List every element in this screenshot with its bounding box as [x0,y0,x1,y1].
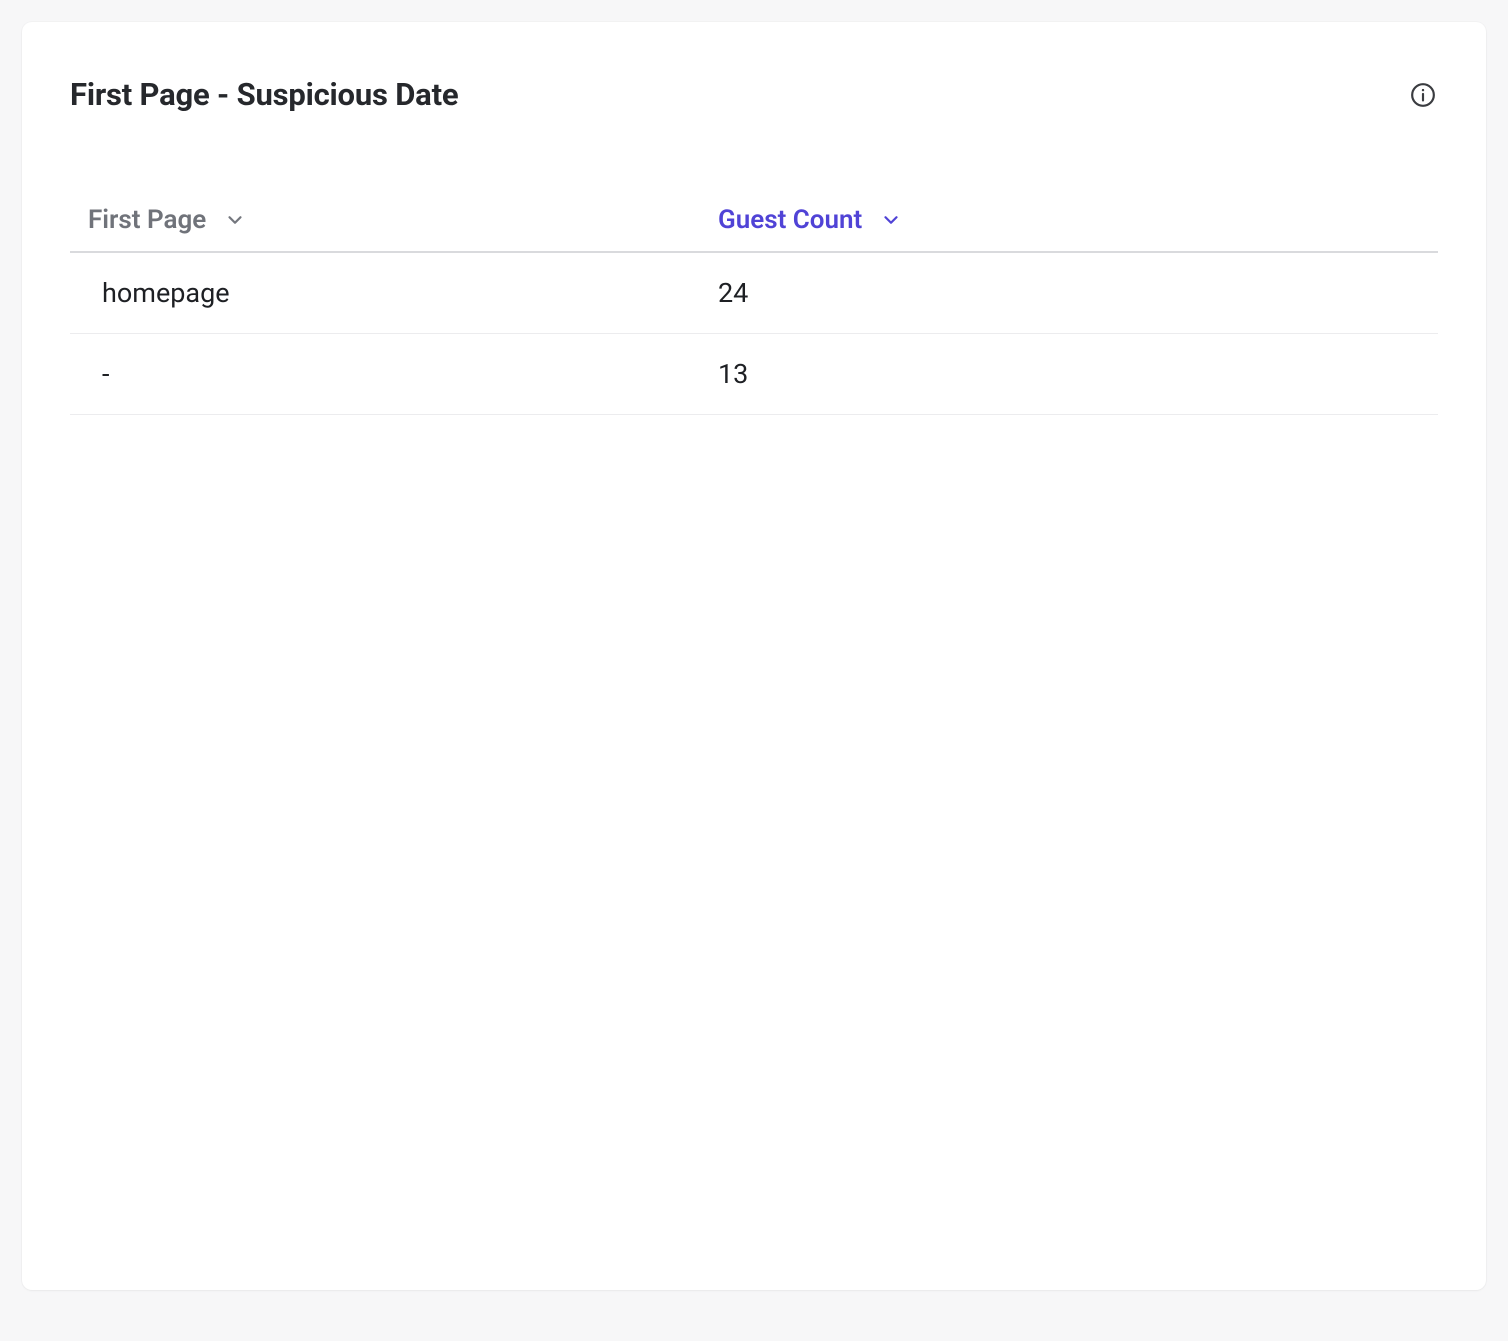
cell-first-page: - [70,358,710,390]
data-table: First Page Guest Count homepage [70,205,1438,415]
table-body: homepage 24 - 13 [70,253,1438,415]
cell-guest-count: 24 [710,277,1438,309]
info-button[interactable] [1408,80,1438,110]
card-title: First Page - Suspicious Date [70,76,458,113]
column-header-guest-count[interactable]: Guest Count [710,205,1438,235]
table-header-row: First Page Guest Count [70,205,1438,253]
column-header-label: Guest Count [718,205,862,235]
card-header: First Page - Suspicious Date [70,76,1438,113]
column-header-first-page[interactable]: First Page [70,205,710,235]
cell-guest-count: 13 [710,358,1438,390]
chevron-down-icon [224,209,246,231]
column-header-label: First Page [88,205,206,235]
table-row: homepage 24 [70,253,1438,334]
cell-first-page: homepage [70,277,710,309]
report-card: First Page - Suspicious Date First Page [22,22,1486,1290]
info-icon [1410,82,1436,108]
table-row: - 13 [70,334,1438,415]
chevron-down-icon [880,209,902,231]
